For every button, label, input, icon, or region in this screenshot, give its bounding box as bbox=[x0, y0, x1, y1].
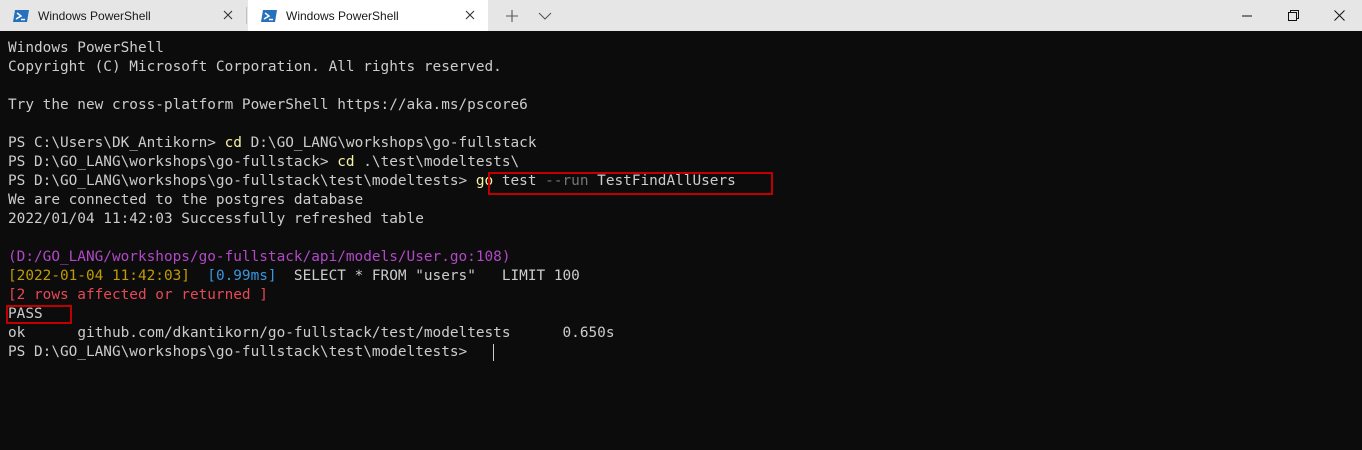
prompt: PS D:\GO_LANG\workshops\go-fullstack> bbox=[8, 154, 338, 170]
query-sql: SELECT * FROM "users" LIMIT 100 bbox=[293, 268, 580, 284]
banner-title: Windows PowerShell bbox=[8, 40, 164, 56]
close-window-button[interactable] bbox=[1316, 0, 1362, 31]
gorm-path-line: (D:/GO_LANG/workshops/go-fullstack/api/m… bbox=[8, 249, 511, 265]
close-icon[interactable] bbox=[462, 7, 478, 23]
text-cursor bbox=[493, 344, 494, 361]
tab-title: Windows PowerShell bbox=[38, 8, 151, 23]
tab-dropdown-button[interactable] bbox=[533, 5, 557, 26]
close-icon bbox=[1333, 10, 1345, 21]
ok-package: github.com/dkantikorn/go-fullstack/test/… bbox=[77, 325, 511, 341]
plus-icon bbox=[506, 9, 518, 22]
minimize-icon bbox=[1242, 15, 1252, 16]
command-args: D:\GO_LANG\workshops\go-fullstack bbox=[241, 135, 537, 151]
command-line-2: PS D:\GO_LANG\workshops\go-fullstack> cd… bbox=[8, 153, 519, 172]
gorm-query-line: [2022-01-04 11:42:03] [0.99ms] SELECT * … bbox=[8, 267, 580, 286]
ok-line: ok github.com/dkantikorn/go-fullstack/te… bbox=[8, 324, 614, 343]
command: cd bbox=[224, 135, 242, 151]
new-tab-button[interactable] bbox=[500, 5, 524, 26]
refreshed-line: 2022/01/04 11:42:03 Successfully refresh… bbox=[8, 211, 424, 227]
copyright-line: Copyright (C) Microsoft Corporation. All… bbox=[8, 59, 502, 75]
chevron-down-icon bbox=[538, 12, 552, 20]
command: cd bbox=[337, 154, 355, 170]
tab-powershell-1[interactable]: Windows PowerShell bbox=[0, 0, 246, 31]
restore-button[interactable] bbox=[1270, 0, 1316, 31]
tab-divider bbox=[246, 7, 247, 24]
final-prompt-line: PS D:\GO_LANG\workshops\go-fullstack\tes… bbox=[8, 344, 476, 360]
ok-status: ok bbox=[8, 325, 26, 341]
prompt: PS D:\GO_LANG\workshops\go-fullstack\tes… bbox=[8, 173, 476, 189]
connected-line: We are connected to the postgres databas… bbox=[8, 192, 364, 208]
terminal-output[interactable]: Windows PowerShell Copyright (C) Microso… bbox=[0, 31, 1362, 450]
command-args: .\test\modeltests\ bbox=[354, 154, 520, 170]
close-icon[interactable] bbox=[220, 7, 236, 23]
command-line-1: PS C:\Users\DK_Antikorn> cd D:\GO_LANG\w… bbox=[8, 134, 537, 153]
try-new-line: Try the new cross-platform PowerShell ht… bbox=[8, 97, 528, 113]
restore-icon bbox=[1287, 10, 1299, 21]
title-bar: Windows PowerShell Windows PowerShell bbox=[0, 0, 1362, 31]
tab-title: Windows PowerShell bbox=[286, 8, 399, 23]
rows-affected-line: [2 rows affected or returned ] bbox=[8, 287, 268, 303]
query-duration: [0.99ms] bbox=[207, 268, 277, 284]
tab-powershell-2[interactable]: Windows PowerShell bbox=[248, 0, 488, 31]
prompt: PS C:\Users\DK_Antikorn> bbox=[8, 135, 225, 151]
powershell-icon bbox=[261, 9, 277, 22]
query-timestamp: [2022-01-04 11:42:03] bbox=[8, 268, 190, 284]
pass-highlight-box bbox=[6, 305, 72, 324]
minimize-button[interactable] bbox=[1224, 0, 1270, 31]
ok-time: 0.650s bbox=[562, 325, 615, 341]
powershell-icon bbox=[13, 9, 29, 22]
command-highlight-box bbox=[488, 172, 773, 195]
